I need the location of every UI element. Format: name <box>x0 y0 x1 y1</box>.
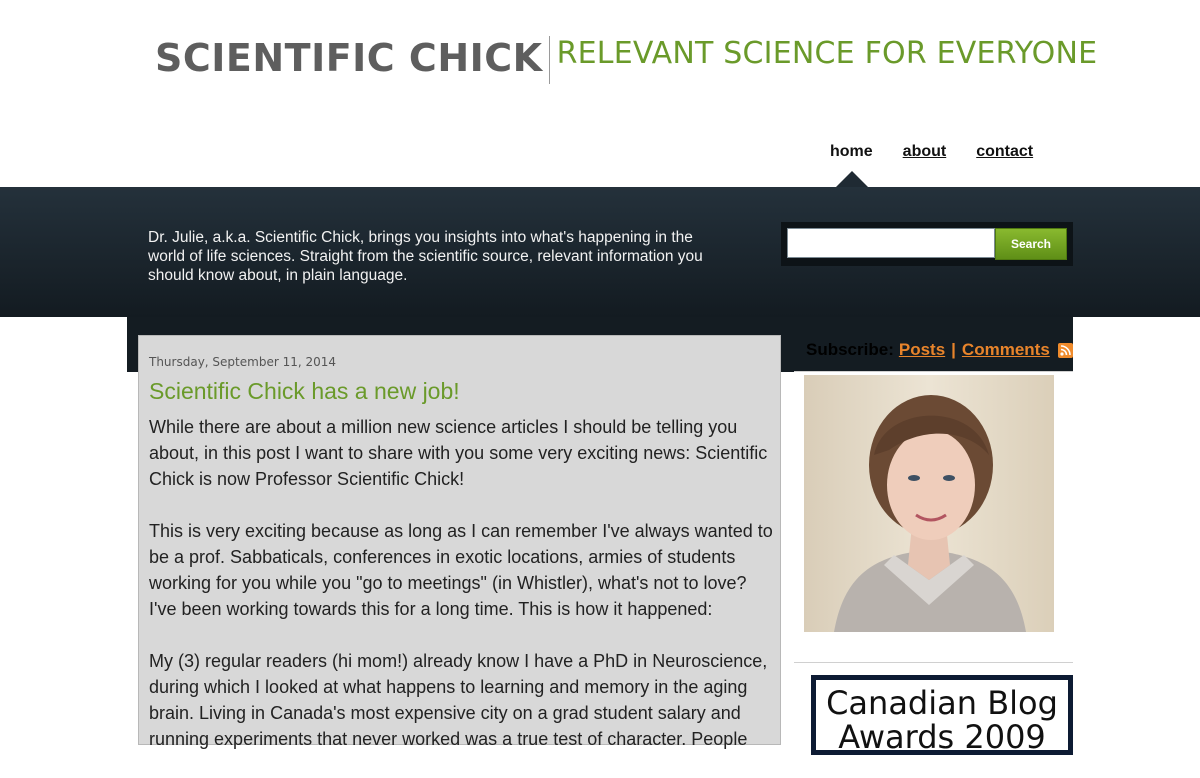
rss-feed-icon[interactable] <box>1057 342 1073 358</box>
subscribe-widget: Subscribe: Posts | Comments <box>806 340 1073 360</box>
nav-contact-link[interactable]: contact <box>976 143 1033 161</box>
blog-award-badge[interactable]: Canadian Blog Awards 2009 <box>811 675 1073 755</box>
subscribe-posts-link[interactable]: Posts <box>899 340 945 360</box>
post-paragraph: This is very exciting because as long as… <box>149 521 773 619</box>
search-input[interactable] <box>787 228 995 258</box>
post-body: While there are about a million new scie… <box>149 414 774 778</box>
post-title[interactable]: Scientific Chick has a new job! <box>149 378 460 405</box>
search-box: Search <box>781 222 1073 266</box>
nav-home-link[interactable]: home <box>830 143 873 161</box>
top-nav: home about contact <box>830 143 1063 161</box>
post-paragraph: My (3) regular readers (hi mom!) already… <box>149 651 768 749</box>
sidebar-divider <box>794 371 1073 372</box>
active-nav-pointer <box>836 171 868 187</box>
subscribe-separator: | <box>951 340 956 359</box>
post-date: Thursday, September 11, 2014 <box>149 355 337 369</box>
nav-about-link[interactable]: about <box>903 143 947 161</box>
search-button[interactable]: Search <box>995 228 1067 260</box>
site-name[interactable]: SCIENTIFIC CHICK <box>155 36 549 80</box>
author-photo <box>804 375 1054 632</box>
subscribe-comments-link[interactable]: Comments <box>962 340 1050 360</box>
post-paragraph: While there are about a million new scie… <box>149 417 768 489</box>
site-header: SCIENTIFIC CHICK RELEVANT SCIENCE FOR EV… <box>0 0 1200 187</box>
subscribe-label: Subscribe: <box>806 340 894 359</box>
site-tagline: RELEVANT SCIENCE FOR EVERYONE <box>556 36 1098 71</box>
blog-post: Thursday, September 11, 2014 Scientific … <box>138 335 781 749</box>
site-description: Dr. Julie, a.k.a. Scientific Chick, brin… <box>148 229 703 284</box>
sidebar-divider <box>794 662 1073 663</box>
brand: SCIENTIFIC CHICK RELEVANT SCIENCE FOR EV… <box>155 36 1097 84</box>
